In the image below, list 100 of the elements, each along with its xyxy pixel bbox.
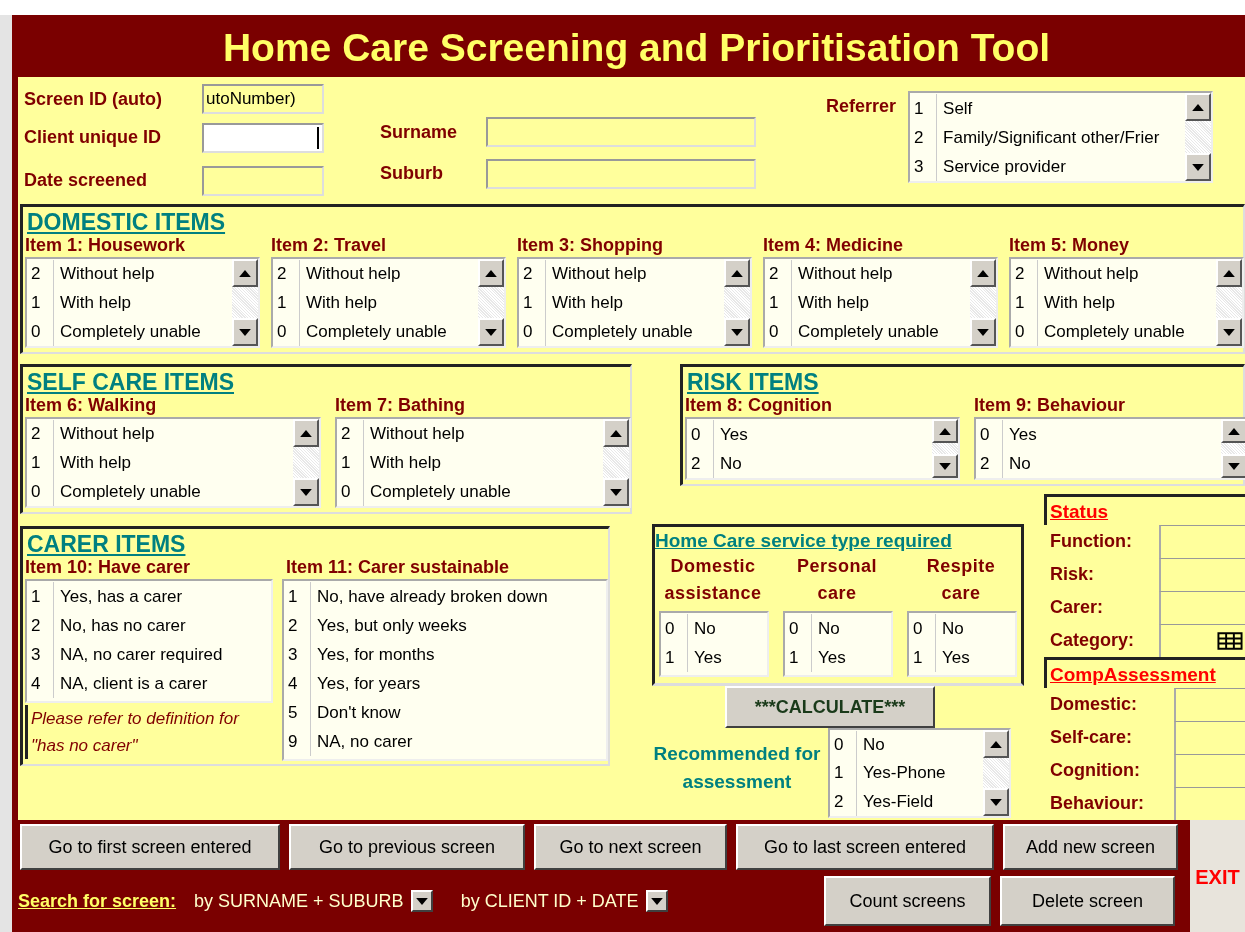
- list-option[interactable]: 2 No, has no carer: [27, 611, 271, 640]
- text-field[interactable]: utoNumber): [202, 84, 324, 114]
- list-option[interactable]: 0 Yes: [687, 420, 932, 449]
- dropdown-button[interactable]: [410, 890, 433, 912]
- list-option[interactable]: 0 Completely unable: [765, 317, 970, 346]
- list-box[interactable]: 0 Yes 2 No: [974, 417, 1245, 480]
- list-option[interactable]: 1 Yes: [785, 643, 891, 672]
- scroll-down-button[interactable]: [478, 318, 504, 346]
- list-option[interactable]: 4 NA, client is a carer: [27, 669, 271, 698]
- list-option[interactable]: 3 Yes, for months: [284, 640, 606, 669]
- scroll-down-button[interactable]: [603, 478, 629, 506]
- scroll-down-button[interactable]: [724, 318, 750, 346]
- list-option[interactable]: 3 NA, no carer required: [27, 640, 271, 669]
- text-field[interactable]: [1159, 624, 1245, 657]
- dropdown-button[interactable]: [645, 890, 668, 912]
- text-field[interactable]: [1159, 525, 1245, 558]
- scroll-bar[interactable]: [232, 259, 258, 346]
- list-option[interactable]: 1 With help: [1011, 288, 1216, 318]
- list-option[interactable]: 2 Without help: [337, 420, 603, 449]
- text-field[interactable]: [1174, 688, 1245, 721]
- list-option[interactable]: 2 Yes-Field: [830, 787, 983, 816]
- scroll-bar[interactable]: [478, 259, 504, 346]
- scroll-bar[interactable]: [970, 259, 996, 346]
- list-option[interactable]: 0 Completely unable: [337, 477, 603, 506]
- scroll-down-button[interactable]: [1185, 153, 1212, 181]
- list-option[interactable]: 9 NA, no carer: [284, 727, 606, 756]
- list-option[interactable]: 0 No: [830, 731, 983, 760]
- list-option[interactable]: 1 With help: [765, 288, 970, 318]
- calculate-button[interactable]: ***CALCULATE***: [725, 686, 935, 728]
- scroll-down-button[interactable]: [1216, 318, 1242, 346]
- list-option[interactable]: 0 Yes: [976, 420, 1221, 449]
- list-box[interactable]: 0 No 1 Yes: [783, 611, 893, 677]
- nav-button[interactable]: Add new screen: [1003, 824, 1178, 870]
- text-field[interactable]: [1159, 591, 1245, 624]
- list-option[interactable]: 2 Without help: [1011, 260, 1216, 289]
- list-option[interactable]: 2 Without help: [519, 260, 724, 289]
- text-field[interactable]: [1159, 558, 1245, 591]
- text-field[interactable]: [202, 122, 324, 153]
- scroll-up-button[interactable]: [932, 419, 958, 443]
- list-box[interactable]: 0 No 1 Yes: [907, 611, 1017, 677]
- scroll-up-button[interactable]: [1185, 93, 1212, 121]
- scroll-up-button[interactable]: [478, 259, 504, 287]
- scroll-up-button[interactable]: [1221, 419, 1245, 443]
- scroll-up-button[interactable]: [293, 419, 319, 447]
- text-field[interactable]: [1174, 754, 1245, 787]
- list-option[interactable]: 0 Completely unable: [1011, 317, 1216, 346]
- list-box[interactable]: 2 Without help 1 With help 0 Completely unable: [25, 257, 260, 348]
- list-box[interactable]: 2 Without help 1 With help 0 Completely unable: [517, 257, 752, 348]
- list-option[interactable]: 0 Completely unable: [27, 317, 232, 346]
- list-option[interactable]: 0 No: [785, 614, 891, 643]
- nav-button[interactable]: Go to last screen entered: [736, 824, 994, 870]
- scroll-up-button[interactable]: [603, 419, 629, 447]
- text-field[interactable]: [486, 158, 756, 189]
- scroll-bar[interactable]: [293, 419, 319, 506]
- scroll-bar[interactable]: [1185, 93, 1212, 181]
- list-option[interactable]: 0 Completely unable: [273, 317, 478, 346]
- list-option[interactable]: 4 Yes, for years: [284, 669, 606, 698]
- action-button[interactable]: Count screens: [824, 876, 991, 926]
- scroll-down-button[interactable]: [232, 318, 258, 346]
- list-box[interactable]: 0 Yes 2 No: [685, 417, 960, 480]
- list-box[interactable]: 0 No 1 Yes: [659, 611, 769, 677]
- list-option[interactable]: 2 Family/Significant other/Frier: [910, 123, 1186, 152]
- nav-button[interactable]: Go to next screen: [534, 824, 727, 870]
- list-box[interactable]: 2 Without help 1 With help 0 Completely unable: [335, 417, 631, 508]
- list-option[interactable]: 2 Without help: [765, 260, 970, 289]
- scroll-up-button[interactable]: [724, 259, 750, 287]
- nav-button[interactable]: Go to previous screen: [289, 824, 525, 870]
- list-box[interactable]: 0 No 1 Yes-Phone 2 Yes-Field: [828, 728, 1011, 818]
- list-option[interactable]: 0 No: [661, 614, 767, 643]
- list-option[interactable]: 1 Yes: [909, 643, 1015, 672]
- list-option[interactable]: 2 No: [687, 449, 932, 478]
- scroll-down-button[interactable]: [293, 478, 319, 506]
- list-option[interactable]: 2 Without help: [27, 260, 232, 289]
- scroll-up-button[interactable]: [970, 259, 996, 287]
- scroll-up-button[interactable]: [232, 259, 258, 287]
- action-button[interactable]: Delete screen: [1000, 876, 1175, 926]
- list-option[interactable]: 0 Completely unable: [27, 477, 293, 506]
- grid-icon[interactable]: [1217, 632, 1243, 650]
- scroll-bar[interactable]: [932, 419, 958, 478]
- list-option[interactable]: 0 No: [909, 614, 1015, 643]
- list-option[interactable]: 1 Yes-Phone: [830, 759, 983, 788]
- list-option[interactable]: 0 Completely unable: [519, 317, 724, 346]
- list-option[interactable]: 2 Without help: [273, 260, 478, 289]
- list-box[interactable]: 2 Without help 1 With help 0 Completely unable: [763, 257, 998, 348]
- nav-button[interactable]: Go to first screen entered: [20, 824, 280, 870]
- scroll-down-button[interactable]: [1221, 454, 1245, 478]
- list-option[interactable]: 1 With help: [27, 448, 293, 478]
- list-box[interactable]: 2 Without help 1 With help 0 Completely unable: [1009, 257, 1244, 348]
- list-option[interactable]: 1 No, have already broken down: [284, 582, 606, 611]
- text-field[interactable]: [202, 165, 324, 196]
- search-link[interactable]: Search for screen:: [18, 890, 177, 912]
- scroll-bar[interactable]: [724, 259, 750, 346]
- scroll-bar[interactable]: [1216, 259, 1242, 346]
- scroll-up-button[interactable]: [983, 730, 1009, 758]
- scroll-down-button[interactable]: [983, 788, 1009, 816]
- scroll-bar[interactable]: [603, 419, 629, 506]
- list-box[interactable]: 1 Self 2 Family/Significant other/Frier 3 Service provider: [908, 91, 1214, 183]
- scroll-down-button[interactable]: [932, 454, 958, 478]
- list-option[interactable]: 1 Yes: [661, 643, 767, 672]
- list-option[interactable]: 5 Don't know: [284, 698, 606, 727]
